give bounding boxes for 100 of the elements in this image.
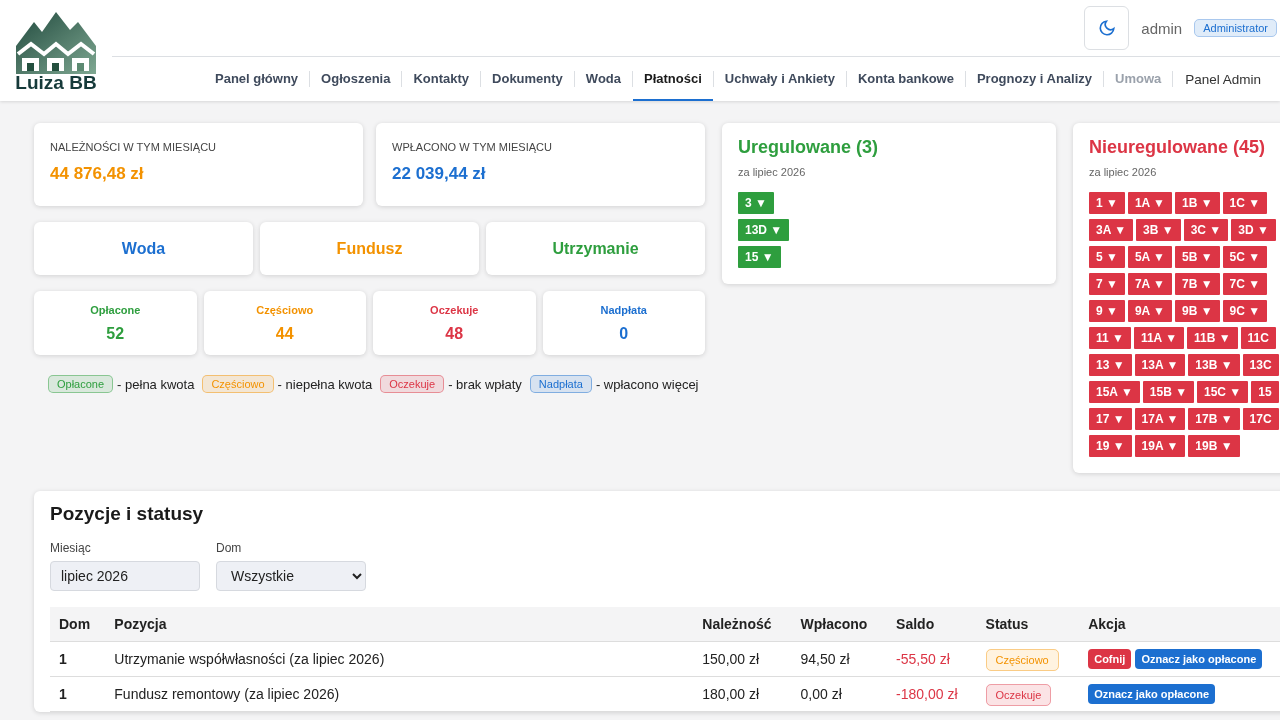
summary-label: NALEŻNOŚCI W TYM MIESIĄCU [50,141,218,153]
brand-name: Luiza BB [15,72,97,94]
category-button[interactable]: Fundusz [260,222,479,275]
settled-title: Uregulowane (3) [738,137,880,158]
month-field[interactable]: lipiec 2026 [50,561,200,591]
nav-tab[interactable]: Uchwały i Ankiety [713,57,846,101]
house-chip[interactable]: 11 ▼ [1089,327,1131,349]
house-chip[interactable]: 3A ▼ [1089,219,1134,241]
status-count: 52 [106,324,125,343]
house-chip[interactable]: 1B ▼ [1175,192,1220,214]
house-chip[interactable]: 15C ▼ [1197,381,1249,403]
house-chip[interactable]: 19 ▼ [1089,435,1132,457]
house-chip[interactable]: 11C [1240,327,1276,349]
action-button[interactable]: Cofnij [1088,649,1132,669]
house-chip[interactable]: 17B ▼ [1188,408,1240,430]
role-badge: Administrator [1194,19,1277,37]
house-chip[interactable]: 5B ▼ [1175,246,1220,268]
house-chip[interactable]: 1A ▼ [1127,192,1172,214]
unsettled-period: za lipiec 2026 [1089,166,1158,178]
status-label: Częściowo [256,303,314,316]
nav-tab[interactable]: Ogłoszenia [310,57,402,101]
nav-tab[interactable]: Konta bankowe [846,57,965,101]
status-count: 44 [275,324,294,343]
month-label: Miesiąc [50,541,92,555]
house-chip[interactable]: 9B ▼ [1175,300,1220,322]
nav-tab[interactable]: Woda [574,57,632,101]
house-chip[interactable]: 13C [1242,354,1279,376]
house-chip[interactable]: 17A ▼ [1134,408,1186,430]
house-chip[interactable]: 15A ▼ [1089,381,1140,403]
admin-panel-link[interactable]: Panel Admin [1173,57,1262,101]
house-chip[interactable]: 3D ▼ [1231,219,1276,241]
legend-text: - pełna kwota [117,376,195,392]
table-cell: 1 [50,641,106,677]
nav-tab[interactable]: Dokumenty [481,57,574,101]
nav-tab[interactable]: Płatności [633,57,713,101]
category-button[interactable]: Woda [34,222,253,275]
house-chip[interactable]: 1C ▼ [1222,192,1268,214]
house-chip[interactable]: 13A ▼ [1134,354,1186,376]
status-count: 0 [619,324,629,343]
nav-tab[interactable]: Prognozy i Analizy [965,57,1104,101]
house-chip[interactable]: 13B ▼ [1188,354,1240,376]
column-header: Należność [693,607,792,642]
status-label: Oczekuje [430,303,479,316]
house-chip[interactable]: 9 ▼ [1089,300,1125,322]
house-chip[interactable]: 1 ▼ [1089,192,1125,214]
house-chip[interactable]: 5A ▼ [1127,246,1172,268]
house-select[interactable]: Wszystkie [216,561,366,591]
summary-label: WPŁACONO W TYM MIESIĄCU [392,141,553,153]
house-chip[interactable]: 13 ▼ [1089,354,1132,376]
table-cell: 180,00 zł [693,676,792,712]
legend-badge: Częściowo [202,375,274,393]
table-cell: 1 [50,676,106,712]
unsettled-title: Nieuregulowane (45) [1089,137,1267,158]
column-header: Pozycja [105,607,694,642]
house-chip[interactable]: 11A ▼ [1133,327,1185,349]
house-label: Dom [216,541,243,555]
house-chip[interactable]: 3C ▼ [1183,219,1229,241]
status-badge: Oczekuje [985,683,1052,706]
house-chip[interactable]: 9C ▼ [1222,300,1268,322]
legend-badge: Oczekuje [380,375,445,393]
theme-toggle-button[interactable] [1084,6,1130,50]
house-chip[interactable]: 15 ▼ [738,246,781,268]
house-chip[interactable]: 7C ▼ [1222,273,1268,295]
house-chip[interactable]: 3 ▼ [738,192,774,214]
summary-value: 44 876,48 zł [50,164,145,184]
house-chip[interactable]: 11B ▼ [1187,327,1238,349]
house-chip[interactable]: 5 ▼ [1089,246,1125,268]
column-header: Akcja [1079,607,1280,642]
nav-tab[interactable]: Panel główny [204,57,310,101]
legend-text: - brak wpłaty [448,376,522,392]
table-cell: Fundusz remontowy (za lipiec 2026) [105,676,694,712]
house-chip[interactable]: 7A ▼ [1127,273,1172,295]
column-header: Saldo [887,607,977,642]
house-chip[interactable]: 5C ▼ [1222,246,1268,268]
nav-tab[interactable]: Kontakty [402,57,481,101]
house-chip[interactable]: 7 ▼ [1089,273,1125,295]
action-button[interactable]: Oznacz jako opłacone [1135,649,1263,669]
moon-icon [1097,19,1116,37]
table-cell: 150,00 zł [693,641,792,677]
category-button[interactable]: Utrzymanie [486,222,705,275]
action-button[interactable]: Oznacz jako opłacone [1088,684,1216,704]
column-header: Status [976,607,1080,642]
legend-badge: Nadpłata [529,375,592,393]
house-chip[interactable]: 13D ▼ [738,219,790,241]
house-chip[interactable]: 17 ▼ [1089,408,1132,430]
house-chip[interactable]: 17C [1242,408,1279,430]
house-chip[interactable]: 19B ▼ [1188,435,1240,457]
house-chip[interactable]: 15B ▼ [1142,381,1194,403]
positions-title: Pozycje i statusy [50,503,205,525]
house-chip[interactable]: 9A ▼ [1127,300,1172,322]
status-label: Nadpłata [600,303,647,316]
house-chip[interactable]: 15 [1251,381,1279,403]
legend-badge: Opłacone [48,375,114,393]
house-chip[interactable]: 7B ▼ [1175,273,1220,295]
status-count: 48 [445,324,464,343]
summary-value: 22 039,44 zł [392,164,487,184]
column-header: Wpłacono [791,607,888,642]
house-chip[interactable]: 3B ▼ [1136,219,1181,241]
house-chip[interactable]: 19A ▼ [1134,435,1186,457]
legend-text: - niepełna kwota [277,376,373,392]
